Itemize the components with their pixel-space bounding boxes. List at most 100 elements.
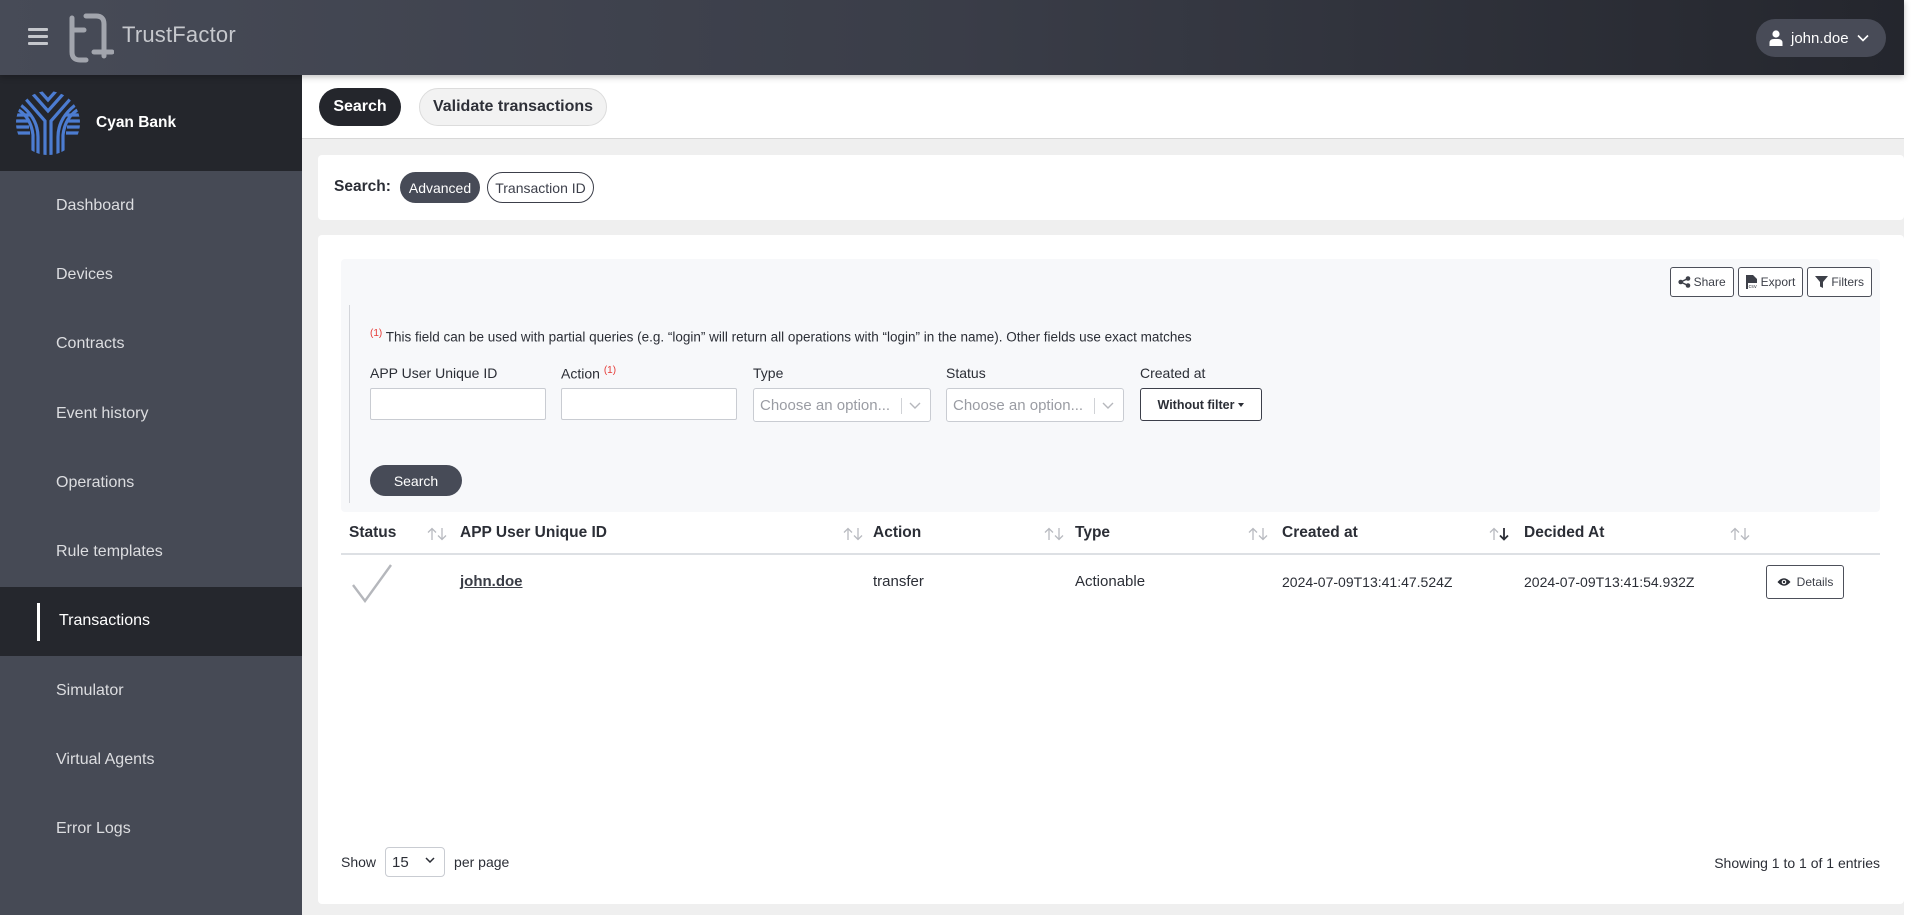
- sidebar-item-event-history[interactable]: Event history: [0, 379, 302, 448]
- action-input[interactable]: [561, 388, 737, 420]
- entries-summary: Showing 1 to 1 of 1 entries: [1714, 855, 1880, 871]
- type-select[interactable]: Choose an option...: [753, 388, 931, 422]
- organization-header: Cyan Bank: [0, 75, 302, 171]
- column-header-app-user[interactable]: APP User Unique ID: [460, 524, 607, 542]
- status-label: Status: [946, 365, 986, 381]
- filter-panel: Share csv Export Filters (1) This field …: [341, 259, 1880, 512]
- share-label: Share: [1693, 275, 1726, 289]
- app: TrustFactor john.doe Cyan Bank Dashboard…: [0, 0, 1904, 915]
- sidebar: Cyan Bank Dashboard Devices Contracts Ev…: [0, 75, 302, 915]
- sidebar-item-rule-templates[interactable]: Rule templates: [0, 517, 302, 586]
- sort-icon[interactable]: [1044, 527, 1066, 541]
- app-user-link[interactable]: john.doe: [460, 573, 523, 590]
- username: john.doe: [1791, 29, 1849, 47]
- toolbar: Share csv Export Filters: [1669, 267, 1872, 297]
- show-label: Show: [341, 854, 377, 870]
- sidebar-item-simulator[interactable]: Simulator: [0, 656, 302, 725]
- user-icon: [1769, 30, 1783, 46]
- created-at-filter: Created at Without filter: [1140, 365, 1262, 421]
- sidebar-item-operations[interactable]: Operations: [0, 448, 302, 517]
- sort-icon[interactable]: [1730, 527, 1752, 541]
- caret-down-icon: [1238, 402, 1245, 407]
- sidebar-item-devices[interactable]: Devices: [0, 240, 302, 309]
- sidebar-item-virtual-agents[interactable]: Virtual Agents: [0, 725, 302, 794]
- footnote-marker: (1): [603, 365, 617, 376]
- sidebar-item-label: Simulator: [56, 681, 124, 699]
- per-page-label: per page: [454, 854, 510, 870]
- sidebar-item-label: Contracts: [56, 335, 125, 353]
- chevron-down-icon: [909, 402, 921, 409]
- sort-icon[interactable]: [1248, 527, 1270, 541]
- export-label: Export: [1760, 275, 1796, 289]
- filter-icon: [1815, 276, 1829, 288]
- export-csv-button[interactable]: csv Export: [1737, 267, 1804, 297]
- search-button[interactable]: Search: [370, 465, 462, 496]
- filters-button[interactable]: Filters: [1807, 267, 1872, 297]
- created-at-cell: 2024-07-09T13:41:47.524Z: [1282, 574, 1453, 590]
- created-at-label: Created at: [1140, 365, 1206, 381]
- share-button[interactable]: Share: [1669, 267, 1734, 297]
- sort-icon[interactable]: [427, 527, 449, 541]
- check-icon: [352, 564, 392, 603]
- app-user-label: APP User Unique ID: [370, 365, 498, 381]
- column-header-created-at[interactable]: Created at: [1282, 524, 1358, 542]
- sidebar-item-error-logs[interactable]: Error Logs: [0, 795, 302, 864]
- sort-icon[interactable]: [843, 527, 865, 541]
- action-cell: transfer: [873, 573, 924, 590]
- created-at-value: Without filter: [1157, 397, 1235, 412]
- svg-text:csv: csv: [1748, 284, 1756, 289]
- table-header: Status APP User Unique ID Action Type Cr…: [341, 512, 1880, 555]
- search-mode-label: Search:: [334, 178, 391, 195]
- sidebar-item-transactions[interactable]: Transactions: [0, 586, 302, 657]
- status-select[interactable]: Choose an option...: [946, 388, 1124, 422]
- hamburger-menu-icon[interactable]: [28, 28, 48, 46]
- decided-at-cell: 2024-07-09T13:41:54.932Z: [1524, 574, 1695, 590]
- advanced-search-toggle[interactable]: Advanced: [400, 172, 480, 203]
- user-menu-button[interactable]: john.doe: [1756, 19, 1886, 57]
- pagination-size: Show 15 per page: [341, 847, 509, 877]
- chevron-down-icon: [1102, 402, 1114, 409]
- trustfactor-logo-icon: [69, 13, 114, 63]
- type-placeholder: Choose an option...: [760, 396, 891, 414]
- sidebar-item-label: Rule templates: [56, 543, 163, 561]
- footnote-marker: (1): [370, 328, 383, 339]
- per-page-value: 15: [392, 853, 409, 871]
- sidebar-item-label: Virtual Agents: [56, 751, 155, 769]
- table-row: john.doe transfer Actionable 2024-07-09T…: [341, 555, 1880, 610]
- sidebar-item-contracts[interactable]: Contracts: [0, 310, 302, 379]
- sort-desc-icon[interactable]: [1489, 527, 1511, 541]
- column-header-status[interactable]: Status: [349, 524, 396, 542]
- select-separator: [1094, 398, 1095, 414]
- details-button[interactable]: Details: [1766, 565, 1844, 599]
- transaction-id-search-toggle[interactable]: Transaction ID: [487, 172, 594, 203]
- csv-file-icon: csv: [1745, 275, 1758, 289]
- chevron-down-icon: [1856, 34, 1869, 42]
- chevron-down-icon: [425, 857, 435, 863]
- type-filter: Type Choose an option...: [753, 365, 931, 422]
- details-label: Details: [1796, 575, 1834, 589]
- created-at-dropdown[interactable]: Without filter: [1140, 388, 1262, 421]
- note-text: This field can be used with partial quer…: [385, 329, 1192, 345]
- tab-validate-transactions[interactable]: Validate transactions: [419, 88, 607, 126]
- app-user-input[interactable]: [370, 388, 546, 420]
- per-page-select[interactable]: 15: [385, 847, 446, 877]
- column-header-decided-at[interactable]: Decided At: [1524, 524, 1604, 542]
- sidebar-item-dashboard[interactable]: Dashboard: [0, 171, 302, 240]
- sidebar-item-label: Devices: [56, 265, 113, 283]
- sidebar-item-label: Error Logs: [56, 820, 131, 838]
- column-header-type[interactable]: Type: [1075, 524, 1110, 542]
- column-header-action[interactable]: Action: [873, 524, 921, 542]
- partial-query-note: (1) This field can be used with partial …: [370, 328, 1192, 345]
- sidebar-nav: Dashboard Devices Contracts Event histor…: [0, 171, 302, 864]
- app-brand: TrustFactor: [122, 22, 236, 47]
- type-cell: Actionable: [1075, 573, 1146, 590]
- select-separator: [901, 398, 902, 414]
- transactions-table: Status APP User Unique ID Action Type Cr…: [341, 512, 1880, 610]
- sidebar-item-label: Event history: [56, 404, 149, 422]
- status-filter: Status Choose an option...: [946, 365, 1124, 422]
- filters-label: Filters: [1831, 275, 1864, 289]
- type-label: Type: [753, 365, 784, 381]
- tab-search[interactable]: Search: [319, 88, 401, 126]
- sidebar-item-label: Transactions: [59, 612, 150, 630]
- action-label: Action (1): [561, 365, 737, 382]
